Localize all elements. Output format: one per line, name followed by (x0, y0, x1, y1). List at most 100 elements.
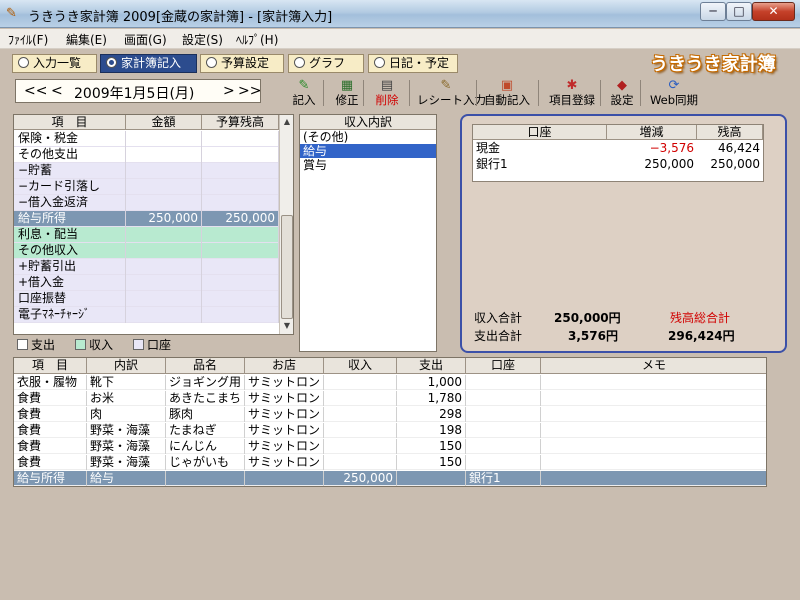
category-name: 給与所得 (14, 211, 126, 227)
category-grid[interactable]: 項 目 金額 予算残高 保険・税金 その他支出 −貯蓄 −カード引落し −借入金返済 給与… (13, 114, 294, 335)
column-header-shop[interactable]: お店 (245, 358, 324, 374)
column-header-account[interactable]: 口座 (466, 358, 541, 374)
category-row[interactable]: +借入金 (14, 275, 279, 291)
category-row[interactable]: 利息・配当 (14, 227, 279, 243)
maximize-button[interactable]: □ (726, 2, 752, 21)
column-header-item[interactable]: 項 目 (14, 358, 87, 374)
tab-diary[interactable]: 日記・予定 (368, 54, 458, 73)
category-amount (126, 243, 202, 259)
prev-month-button[interactable]: << (24, 83, 47, 99)
tab-household-entry[interactable]: 家計簿記入 (100, 54, 197, 73)
transaction-shop: サミットロン (245, 375, 324, 390)
transaction-product: あきたこまち (166, 391, 245, 406)
category-budget (202, 131, 279, 147)
next-month-button[interactable]: >> (238, 83, 261, 99)
tab-budget[interactable]: 予算設定 (200, 54, 284, 73)
tab-graph[interactable]: グラフ (288, 54, 364, 73)
income-total-label: 収入合計 (474, 311, 523, 325)
close-button[interactable]: ✕ (752, 2, 795, 21)
minimize-button[interactable]: ─ (700, 2, 726, 21)
category-row[interactable]: 電子ﾏﾈｰﾁｬｰｼﾞ (14, 307, 279, 323)
legend-swatch (75, 339, 86, 350)
income-detail-item[interactable]: (その他) (300, 130, 436, 144)
transaction-row[interactable]: 食費 野菜・海藻 たまねぎ サミットロン 198 (14, 423, 766, 438)
category-row[interactable]: その他収入 (14, 243, 279, 259)
category-row[interactable]: −借入金返済 (14, 195, 279, 211)
income-detail-list[interactable]: 収入内訳 (その他) 給与 賞与 (299, 114, 437, 352)
category-amount (126, 131, 202, 147)
category-name: 口座振替 (14, 291, 126, 307)
scroll-down-icon[interactable]: ▼ (280, 321, 293, 330)
toolbar-button-register[interactable]: ✱ 項目登録 (545, 78, 599, 108)
column-header-budget[interactable]: 予算残高 (202, 115, 279, 130)
category-amount (126, 291, 202, 307)
scroll-up-icon[interactable]: ▲ (280, 117, 293, 126)
toolbar-label: 修正 (335, 93, 359, 107)
transaction-product: にんじん (166, 439, 245, 454)
category-row[interactable]: −貯蓄 (14, 163, 279, 179)
transaction-income: 250,000 (324, 471, 397, 486)
accounts-table: 口座 増減 残高 現金 −3,576 46,424 銀行1 250,000 250,000 (472, 124, 764, 182)
menu-edit[interactable]: 編集(E) (66, 31, 107, 48)
transaction-detail: 野菜・海藻 (87, 455, 166, 470)
toolbar-button-pencil[interactable]: ✎ 記入 (290, 78, 318, 108)
income-detail-item[interactable]: 給与 (300, 144, 436, 158)
accounts-table-header: 口座 増減 残高 (473, 125, 763, 140)
category-name: 電子ﾏﾈｰﾁｬｰｼﾞ (14, 307, 126, 323)
delete-icon: ▤ (380, 78, 394, 93)
category-row[interactable]: 口座振替 (14, 291, 279, 307)
column-header-detail[interactable]: 内訳 (87, 358, 166, 374)
toolbar-separator (409, 80, 410, 106)
legend-swatch (17, 339, 28, 350)
transaction-item: 食費 (14, 455, 87, 470)
transactions-table[interactable]: 項 目 内訳 品名 お店 収入 支出 口座 メモ 衣服・履物 靴下 ジョギング用 サミ… (13, 357, 767, 487)
column-header-memo[interactable]: メモ (541, 358, 766, 374)
transaction-item: 食費 (14, 391, 87, 406)
toolbar-button-auto[interactable]: ▣ 自動記入 (482, 78, 532, 108)
toolbar-label: Web同期 (649, 93, 699, 107)
menu-file[interactable]: ﾌｧｲﾙ(F) (8, 31, 48, 48)
toolbar-button-settings[interactable]: ◆ 設定 (607, 78, 637, 108)
column-header-expense[interactable]: 支出 (397, 358, 466, 374)
category-row[interactable]: +貯蓄引出 (14, 259, 279, 275)
category-row[interactable]: 保険・税金 (14, 131, 279, 147)
menu-help[interactable]: ﾍﾙﾌﾟ(H) (236, 31, 278, 48)
radio-icon (374, 57, 385, 68)
next-day-button[interactable]: > (223, 83, 235, 99)
menu-view[interactable]: 画面(G) (124, 31, 167, 48)
category-row[interactable]: その他支出 (14, 147, 279, 163)
toolbar-button-edit[interactable]: ▦ 修正 (333, 78, 361, 108)
toolbar-button-receipt[interactable]: ✎ レシート入力 (417, 78, 486, 108)
transaction-memo (541, 423, 766, 438)
radio-icon (106, 57, 117, 68)
toolbar-button-web-sync[interactable]: ⟳ Web同期 (648, 78, 700, 108)
toolbar-button-delete[interactable]: ▤ 削除 (372, 78, 402, 108)
legend-account: 口座 (133, 336, 171, 353)
category-amount (126, 163, 202, 179)
transaction-row[interactable]: 食費 お米 あきたこまち サミットロン 1,780 (14, 391, 766, 406)
menu-settings[interactable]: 設定(S) (182, 31, 223, 48)
transaction-row[interactable]: 食費肉豚肉 サミットロン 298 (14, 407, 766, 422)
column-header-product[interactable]: 品名 (166, 358, 245, 374)
column-header-item[interactable]: 項 目 (14, 115, 126, 130)
column-header-amount[interactable]: 金額 (126, 115, 202, 130)
category-amount (126, 227, 202, 243)
transaction-row[interactable]: 食費 野菜・海藻 にんじん サミットロン 150 (14, 439, 766, 454)
category-scrollbar[interactable]: ▲ ▼ (279, 115, 293, 334)
tab-entry-list[interactable]: 入力一覧 (12, 54, 97, 73)
current-date[interactable]: 2009年1月5日(月) (74, 83, 194, 103)
category-row[interactable]: −カード引落し (14, 179, 279, 195)
transaction-row[interactable]: 衣服・履物 靴下 ジョギング用 サミットロン 1,000 (14, 375, 766, 390)
column-header-income[interactable]: 収入 (324, 358, 397, 374)
transaction-row[interactable]: 給与所得 給与 250,000 銀行1 (14, 471, 766, 486)
scroll-thumb[interactable] (281, 215, 293, 319)
toolbar-separator (323, 80, 324, 106)
transaction-row[interactable]: 食費 野菜・海藻 じゃがいも サミットロン 150 (14, 455, 766, 470)
prev-day-button[interactable]: < (51, 83, 63, 99)
income-detail-item[interactable]: 賞与 (300, 158, 436, 172)
transaction-account (466, 391, 541, 406)
transaction-shop: サミットロン (245, 391, 324, 406)
category-name: +借入金 (14, 275, 126, 291)
app-icon[interactable]: ✎ (6, 6, 22, 22)
category-row[interactable]: 給与所得 250,000 250,000 (14, 211, 279, 227)
